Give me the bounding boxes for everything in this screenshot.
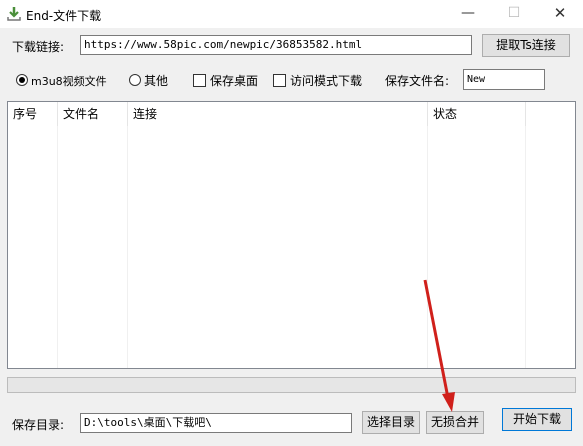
annotation-arrow-icon	[423, 279, 455, 412]
